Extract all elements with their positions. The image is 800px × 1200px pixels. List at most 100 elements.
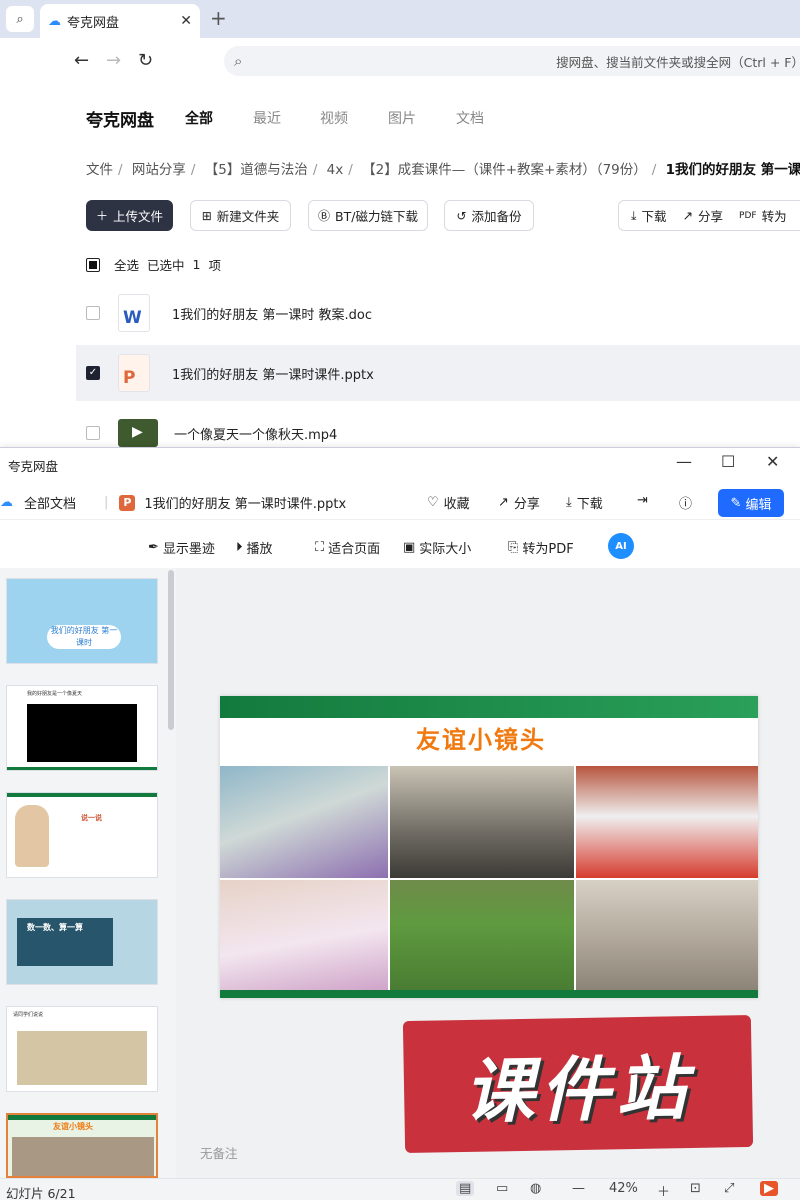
new-tab-icon[interactable]: + [210, 6, 227, 30]
browser-tab[interactable]: ☁ 夸克网盘 ✕ [40, 4, 200, 38]
folder-plus-icon: ⊞ [201, 208, 212, 223]
actual-size-icon: ▣ [403, 540, 416, 555]
tab-close-icon[interactable]: ✕ [180, 13, 192, 29]
normal-view-icon[interactable]: ▤ [456, 1181, 475, 1196]
slide-photo [576, 880, 758, 990]
share-button[interactable]: 分享 [698, 206, 723, 225]
crumb-item[interactable]: 【5】道德与法治 [205, 162, 308, 178]
bt-download-button[interactable]: Ⓑ BT/磁力链下载 [308, 200, 428, 231]
select-all-checkbox[interactable] [86, 257, 100, 272]
notes-text[interactable]: 无备注 [200, 1143, 238, 1162]
tab-recent[interactable]: 最近 [253, 108, 281, 128]
all-docs-button[interactable]: ☁ 全部文档 [0, 493, 76, 512]
selected-count: 1 [192, 257, 201, 272]
viewer-download-button[interactable]: ⤓ 下载 [566, 493, 603, 512]
crumb-item[interactable]: 4x [327, 162, 344, 178]
show-ink-button[interactable]: ✒ 显示墨迹 [148, 538, 215, 557]
slide-thumbnails: 我们的好朋友 第一课时 我的好朋友是一个像夏天 说一说 数一数、算一算 请同学们… [0, 568, 176, 1178]
convert-button[interactable]: 转为 [762, 206, 787, 225]
favorite-button[interactable]: ♡ 收藏 [427, 493, 470, 512]
slide-bottom-band [220, 990, 758, 998]
file-checkbox[interactable] [86, 426, 100, 440]
selected-unit: 项 [208, 258, 221, 273]
preview-window: 夸克网盘 — ☐ ✕ ☁ 全部文档 | P 1我们的好朋友 第一课时课件.ppt… [0, 447, 800, 1200]
crumb-item[interactable]: 网站分享 [132, 162, 186, 178]
file-actions-group: ⤓ 下载 ↗ 分享 PDF 转为 [618, 200, 800, 231]
minimize-icon[interactable]: — [676, 452, 692, 471]
edit-button[interactable]: ✎ 编辑 [718, 489, 784, 517]
slide-top-band [220, 696, 758, 718]
convert-pdf-button[interactable]: ⎘ 转为PDF [508, 538, 574, 557]
viewer-share-button[interactable]: ↗ 分享 [498, 493, 540, 512]
tab-image[interactable]: 图片 [388, 108, 416, 128]
forward-icon[interactable]: → [106, 50, 121, 71]
ppt-file-icon: P [118, 354, 150, 392]
crumb-item[interactable]: 【2】成套课件—（课件+教案+素材）（79份） [362, 162, 647, 178]
pdf-icon: ⎘ [508, 540, 519, 555]
upload-button[interactable]: ＋上传文件 [86, 200, 173, 231]
thumb-scrollbar[interactable] [168, 570, 174, 730]
file-checkbox[interactable] [86, 306, 100, 320]
export-icon[interactable]: ⇥ [637, 493, 648, 508]
backup-icon: ↺ [456, 208, 467, 223]
slide-thumb[interactable]: 说一说 [6, 792, 158, 878]
file-checkbox-checked[interactable]: ✓ [86, 366, 100, 380]
tab-search-icon[interactable]: ⌕ [6, 6, 34, 32]
actual-size-button[interactable]: ▣ 实际大小 [403, 538, 471, 557]
report-icon[interactable]: ⓘ [679, 493, 692, 512]
tab-doc[interactable]: 文档 [456, 108, 484, 128]
tab-title: 夸克网盘 [67, 15, 120, 31]
selected-label: 已选中 [147, 258, 185, 273]
notes-view-icon[interactable]: ▭ [496, 1181, 508, 1196]
slide-thumb[interactable]: 我们的好朋友 第一课时 [6, 578, 158, 664]
play-icon: ⏵ [236, 540, 243, 555]
file-row-selected[interactable]: ✓ P 1我们的好朋友 第一课时课件.pptx [76, 345, 800, 401]
file-name[interactable]: 1我们的好朋友 第一课时 教案.doc [172, 304, 372, 323]
slideshow-icon[interactable]: ▶ [760, 1181, 778, 1196]
zoom-level: 42% [609, 1181, 638, 1196]
slide-thumb[interactable]: 我的好朋友是一个像夏天 [6, 685, 158, 771]
screen: ⌕ ☁ 夸克网盘 ✕ + ← → ↻ ⌕ 搜网盘、搜当前文件夹或搜全网（Ctrl… [0, 0, 800, 1200]
tab-video[interactable]: 视频 [320, 108, 348, 128]
zoom-in-icon[interactable]: ＋ [657, 1181, 670, 1200]
app-brand: 夸克网盘 [86, 111, 154, 131]
fit-page-button[interactable]: ⛶ 适合页面 [315, 538, 380, 557]
slide-title: 友谊小镜头 [416, 726, 546, 754]
fit-screen-icon[interactable]: ⊡ [690, 1181, 701, 1196]
add-backup-button[interactable]: ↺ 添加备份 [444, 200, 534, 231]
browser-tab-bar: ⌕ ☁ 夸克网盘 ✕ + [0, 0, 800, 38]
globe-icon[interactable]: ◍ [530, 1181, 541, 1196]
ai-icon[interactable]: AI [608, 533, 634, 559]
file-row[interactable]: W 1我们的好朋友 第一课时 教案.doc [76, 284, 800, 342]
status-bar: 幻灯片 6/21 ▤ ▭ ◍ — 42% ＋ ⊡ ⤢ ▶ [0, 1178, 800, 1200]
slide-photo [390, 766, 574, 878]
slide-thumb-active[interactable]: 友谊小镜头 [6, 1113, 158, 1178]
file-name[interactable]: 1我们的好朋友 第一课时课件.pptx [172, 364, 374, 383]
selection-bar: 全选 已选中 1 项 [86, 255, 221, 274]
zoom-out-icon[interactable]: — [572, 1181, 585, 1196]
window-close-icon[interactable]: ✕ [766, 452, 779, 471]
download-button[interactable]: 下载 [642, 206, 667, 225]
crumb-current: 1我们的好朋友 第一课 [665, 162, 800, 178]
maximize-icon[interactable]: ☐ [721, 452, 735, 471]
file-name[interactable]: 一个像夏天一个像秋天.mp4 [174, 424, 337, 443]
address-bar[interactable]: ⌕ 搜网盘、搜当前文件夹或搜全网（Ctrl + F） [224, 46, 800, 76]
cloud-icon: ☁ [48, 13, 61, 29]
share-icon: ↗ [682, 208, 694, 223]
slide-photo [220, 880, 388, 990]
watermark-stamp: 课件站 [402, 1014, 754, 1154]
ink-icon: ✒ [148, 540, 159, 555]
crumb-item[interactable]: 文件 [86, 162, 113, 178]
search-icon: ⌕ [234, 52, 243, 70]
back-icon[interactable]: ← [74, 50, 89, 71]
tab-all[interactable]: 全部 [185, 108, 213, 128]
select-all-label[interactable]: 全选 [114, 255, 139, 274]
heart-icon: ♡ [427, 495, 439, 510]
fullscreen-icon[interactable]: ⤢ [724, 1181, 734, 1196]
reload-icon[interactable]: ↻ [138, 50, 153, 71]
address-placeholder: 搜网盘、搜当前文件夹或搜全网（Ctrl + F） [556, 54, 800, 70]
play-button[interactable]: ⏵ 播放 [236, 538, 273, 557]
slide-thumb[interactable]: 请同学们说说 [6, 1006, 158, 1092]
slide-thumb[interactable]: 数一数、算一算 [6, 899, 158, 985]
new-folder-button[interactable]: ⊞ 新建文件夹 [190, 200, 291, 231]
